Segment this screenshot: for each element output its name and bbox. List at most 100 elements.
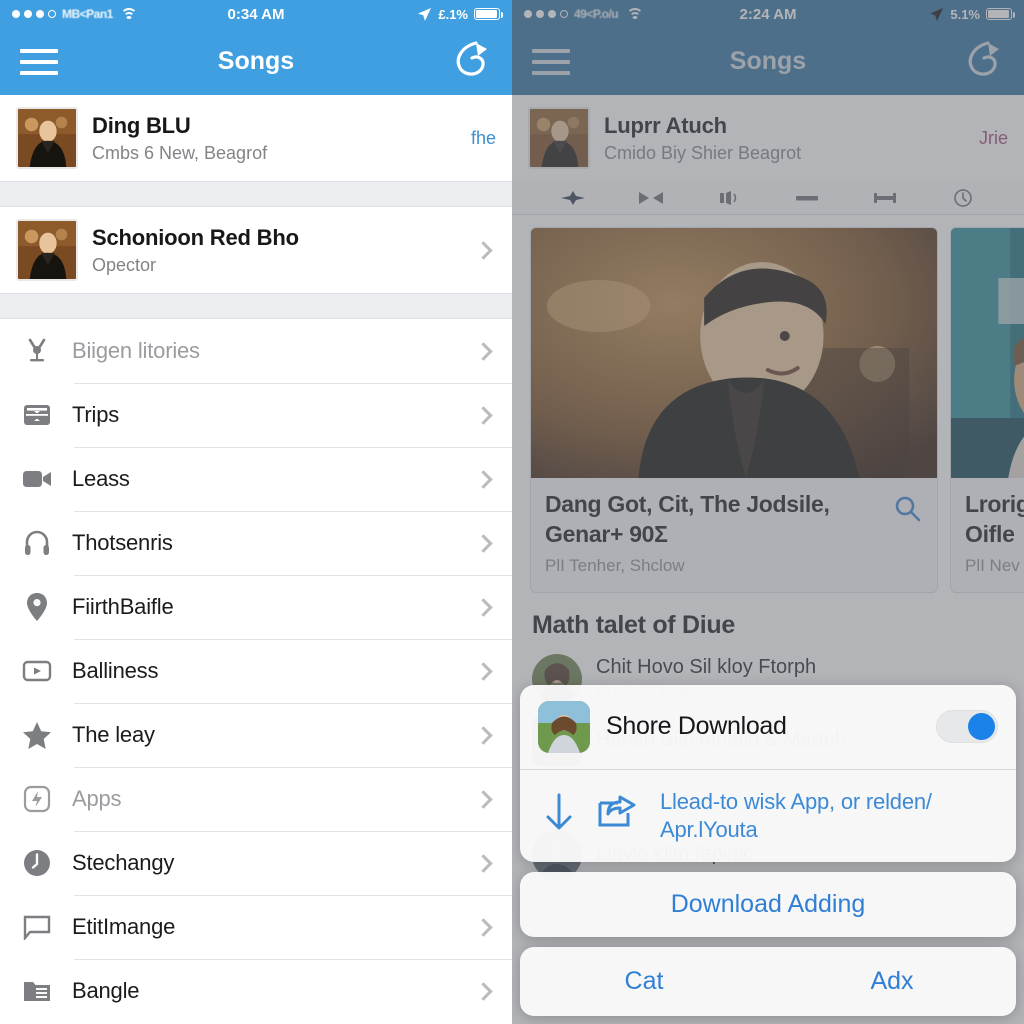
dual-phone-screenshot: MB<Pan1 0:34 AM £.1% Songs Ding BLU Cmbs… (0, 0, 1024, 1024)
battery-icon (474, 8, 503, 20)
share-hand-icon[interactable] (596, 793, 640, 838)
sidebar-item-leass[interactable]: Leass (0, 447, 512, 511)
chat-bubble-icon (14, 907, 60, 947)
location-arrow-icon (930, 7, 944, 21)
compose-loop-icon[interactable] (450, 39, 492, 84)
sidebar-item-label: Leass (72, 466, 130, 491)
media-card-subtitle: PlI Tenher, Shclow (545, 555, 685, 575)
sidebar-item-label: FiirthBaifle (72, 594, 174, 619)
list-item-subtitle: Opector (92, 254, 157, 275)
chevron-right-icon (474, 981, 493, 1001)
video-camera-icon (14, 459, 60, 499)
action-icon-bar (512, 181, 1024, 215)
portrait-thumbnail (16, 219, 78, 281)
child-in-teal-room (951, 228, 1024, 478)
hamburger-menu-icon[interactable] (20, 48, 58, 75)
clock-icon (14, 843, 60, 883)
battery-percent-label: 5.1% (950, 6, 980, 22)
minus-bar-icon[interactable] (768, 192, 846, 204)
right-nav-bar: Songs (512, 28, 1024, 95)
compose-loop-icon[interactable] (962, 39, 1004, 84)
chevron-right-icon (474, 853, 493, 873)
now-playing-text: Luprr Atuch Cmido Biy Shier Beagrot (604, 113, 957, 164)
chevron-right-icon (474, 341, 493, 361)
microphone-icon (14, 331, 60, 371)
page-title: Songs (729, 47, 807, 75)
sidebar-item-apps[interactable]: Apps (0, 767, 512, 831)
hamburger-menu-icon[interactable] (532, 48, 570, 75)
location-arrow-icon (418, 7, 432, 21)
sidebar-item-fiirthbaifle[interactable]: FiirthBaifle (0, 575, 512, 639)
chevron-right-icon (474, 597, 493, 617)
now-playing-link[interactable]: Jrie (971, 128, 1008, 149)
download-arrow-icon[interactable] (542, 792, 576, 839)
share-sheet-action-row[interactable]: Llead-to wisk App, or relden/ Apr.lYouta (520, 768, 1016, 862)
chevron-right-icon (474, 917, 493, 937)
media-card-title: Lrorig Oifle (965, 491, 1024, 547)
star-burst-icon[interactable] (534, 190, 612, 206)
status-right-group: 5.1% (929, 6, 1015, 22)
sidebar-item-label: Bangle (72, 978, 140, 1003)
adx-button[interactable]: Adx (768, 947, 1016, 1016)
media-card[interactable]: Dang Got, Cit, The Jodsile, Genar+ 90Ʃ P… (530, 227, 938, 593)
share-sheet-panel: Shore Download Llead-to wisk App, or rel… (520, 684, 1016, 862)
chevron-right-icon (474, 240, 493, 260)
right-status-bar: 49<P.o/u 2:24 AM 5.1% (512, 0, 1024, 28)
bowtie-icon[interactable] (612, 190, 690, 206)
man-in-warm-lit-room (531, 228, 937, 478)
media-card-subtitle: PlI Nev (965, 555, 1020, 575)
left-status-bar: MB<Pan1 0:34 AM £.1% (0, 0, 512, 28)
media-card[interactable]: Lrorig Oifle PlI Nev (950, 227, 1024, 593)
sidebar-item-label: EtitImange (72, 914, 176, 939)
power-icon[interactable] (924, 188, 1002, 208)
sidebar-item-biigen-litories[interactable]: Biigen litories (0, 319, 512, 383)
sidebar-item-trips[interactable]: Trips (0, 383, 512, 447)
sidebar-item-etitimange[interactable]: EtitImange (0, 895, 512, 959)
share-sheet-title: Shore Download (606, 712, 787, 741)
chevron-right-icon (474, 405, 493, 425)
cat-button[interactable]: Cat (520, 947, 768, 1016)
media-card-body: Dang Got, Cit, The Jodsile, Genar+ 90Ʃ P… (531, 478, 937, 592)
share-sheet: Shore Download Llead-to wisk App, or rel… (520, 684, 1016, 1016)
battery-percent-label: £.1% (438, 6, 468, 22)
sidebar-menu-list: Biigen litories Trips Leass Thotsenris F… (0, 319, 512, 1023)
left-header-region: MB<Pan1 0:34 AM £.1% Songs (0, 0, 512, 95)
list-item-title: Ding BLU (92, 112, 191, 138)
list-item[interactable]: Schonioon Red Bho Opector (0, 207, 512, 293)
search-icon[interactable] (893, 494, 921, 527)
card-carousel[interactable]: Dang Got, Cit, The Jodsile, Genar+ 90Ʃ P… (512, 215, 1024, 593)
play-box-icon (14, 651, 60, 691)
sidebar-item-balliness[interactable]: Balliness (0, 639, 512, 703)
share-sheet-actions: Cat Adx (520, 947, 1016, 1016)
share-download-toggle[interactable] (936, 710, 998, 744)
right-header-region: 49<P.o/u 2:24 AM 5.1% Songs (512, 0, 1024, 95)
speaker-icon[interactable] (690, 190, 768, 206)
media-card-body: Lrorig Oifle PlI Nev (951, 478, 1024, 592)
sidebar-item-label: Apps (72, 786, 122, 811)
now-playing-subtitle: Cmido Biy Shier Beagrot (604, 142, 802, 163)
bed-icon[interactable] (846, 191, 924, 205)
list-item-text: Ding BLU Cmbs 6 New, Beagrof (92, 113, 449, 164)
sidebar-item-label: Biigen litories (72, 338, 200, 363)
archive-box-icon (14, 395, 60, 435)
sidebar-item-label: Balliness (72, 658, 159, 683)
chevron-right-icon (474, 533, 493, 553)
sidebar-item-the-leay[interactable]: The leay (0, 703, 512, 767)
portrait-thumbnail (16, 107, 78, 169)
list-item-name: Chit Hovo Sil kloy Ftorph (596, 655, 817, 678)
list-item-link[interactable]: fhe (463, 128, 496, 149)
right-phone-panel: 49<P.o/u 2:24 AM 5.1% Songs Luprr Atuch … (512, 0, 1024, 1024)
chevron-right-icon (474, 469, 493, 489)
list-item[interactable]: Ding BLU Cmbs 6 New, Beagrof fhe (0, 95, 512, 181)
download-adding-button[interactable]: Download Adding (520, 872, 1016, 937)
portrait-thumbnail (528, 107, 590, 169)
sidebar-item-stechangy[interactable]: Stechangy (0, 831, 512, 895)
now-playing-row[interactable]: Luprr Atuch Cmido Biy Shier Beagrot Jrie (512, 95, 1024, 181)
sidebar-item-label: Thotsenris (72, 530, 173, 555)
sidebar-item-thotsenris[interactable]: Thotsenris (0, 511, 512, 575)
status-right-group: £.1% (417, 6, 503, 22)
share-sheet-action-text: Llead-to wisk App, or relden/ Apr.lYouta (660, 788, 932, 842)
sidebar-item-bangle[interactable]: Bangle (0, 959, 512, 1023)
sidebar-item-label: Trips (72, 402, 120, 427)
headphones-icon (14, 523, 60, 563)
